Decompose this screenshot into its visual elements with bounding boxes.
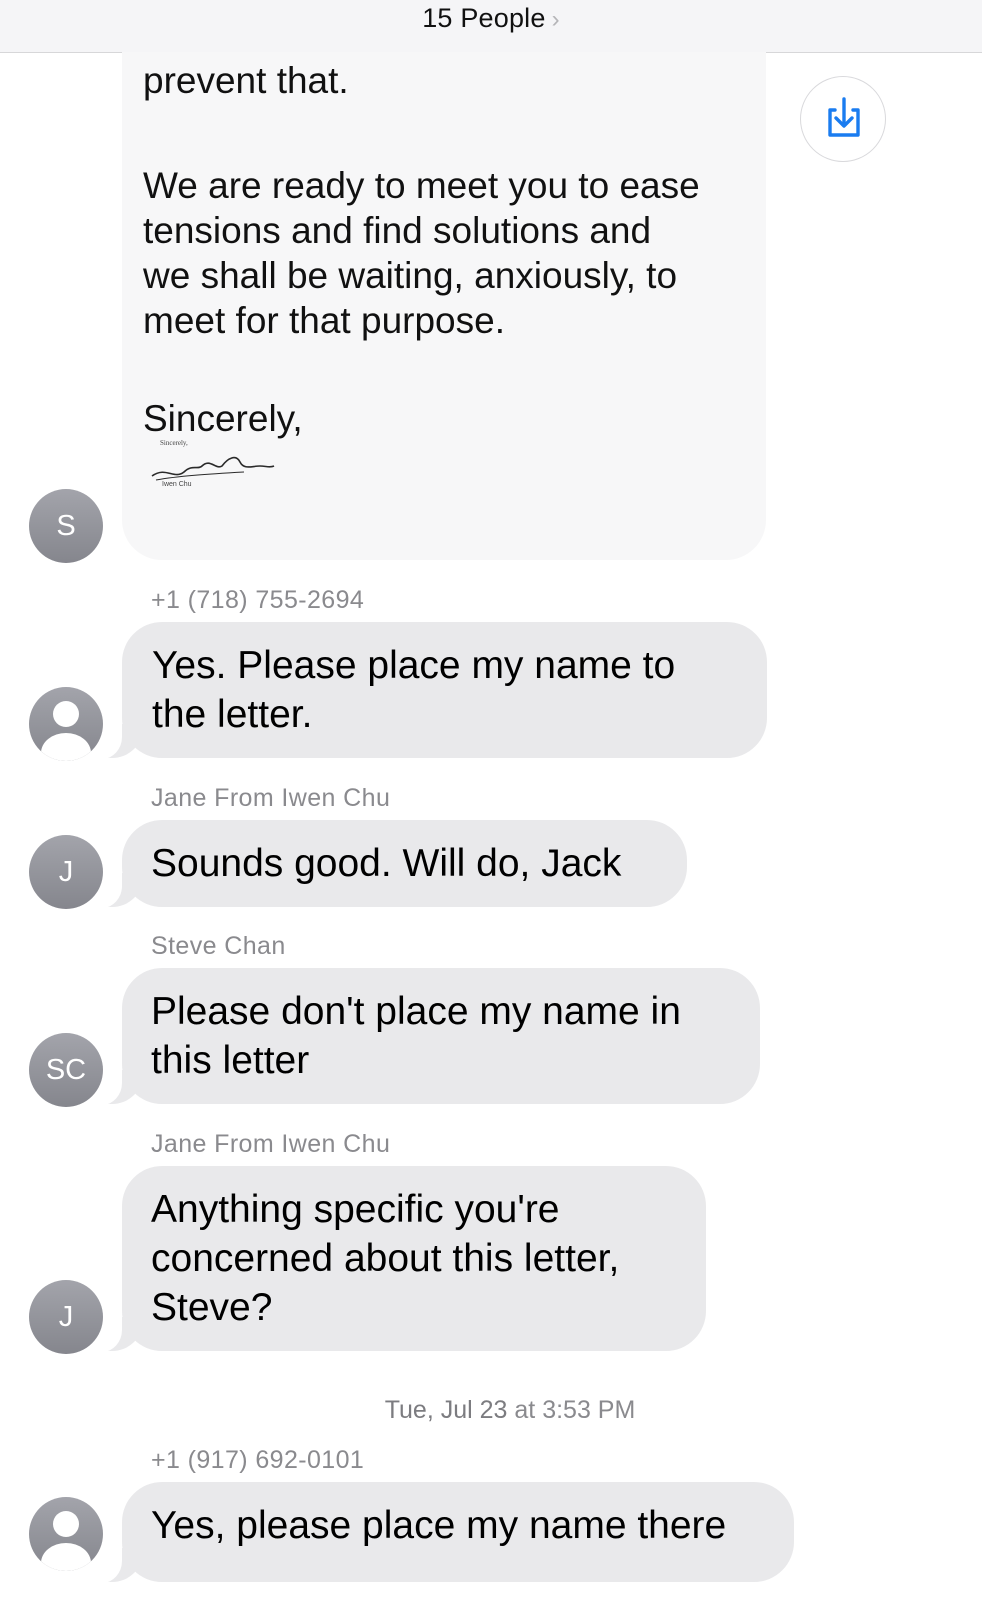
svg-text:Iwen Chu: Iwen Chu [162, 481, 192, 488]
message-bubble[interactable]: Anything specific you're concerned about… [98, 1166, 706, 1352]
avatar-initials: S [56, 510, 76, 542]
sender-label: Steve Chan [151, 932, 286, 960]
conversation-header[interactable]: 15 People › [0, 0, 982, 53]
message-bubble[interactable]: Yes, please place my name there [98, 1482, 794, 1583]
message-timestamp: Tue, Jul 23 at 3:53 PM [0, 1396, 982, 1425]
group-title-label[interactable]: 15 People [422, 3, 545, 33]
sender-label: Jane From Iwen Chu [151, 784, 391, 812]
letter-text-top: prevent that. [143, 60, 349, 101]
avatar-person[interactable] [29, 687, 103, 761]
chevron-right-icon: › [551, 6, 560, 33]
avatar-initials: J [58, 856, 74, 888]
message-bubble[interactable]: Yes. Please place my name to the letter. [98, 622, 767, 759]
letter-paragraph: We are ready to meet you to ease tension… [143, 165, 700, 341]
timestamp-time: 3:53 PM [542, 1396, 636, 1424]
person-icon [41, 1511, 91, 1571]
sender-label: +1 (917) 692-0101 [151, 1446, 365, 1474]
avatar-initials: SC [45, 1054, 87, 1086]
person-icon [41, 701, 91, 761]
avatar-j[interactable]: J [29, 835, 103, 909]
message-bubble[interactable]: Sounds good. Will do, Jack [98, 820, 687, 908]
timestamp-at: at [507, 1396, 543, 1424]
sender-label: Jane From Iwen Chu [151, 1130, 391, 1158]
letter-closing: Sincerely, [143, 398, 303, 439]
sender-label: +1 (718) 755-2694 [151, 586, 365, 614]
save-attachment-button[interactable] [800, 76, 886, 162]
avatar-j[interactable]: J [29, 1280, 103, 1354]
message-bubble[interactable]: Please don't place my name in this lette… [98, 968, 760, 1105]
avatar-person[interactable] [29, 1497, 103, 1571]
avatar-initials: J [58, 1301, 74, 1333]
download-into-tray-icon [828, 97, 860, 137]
timestamp-day: Tue, Jul 23 [384, 1396, 508, 1424]
handwritten-signature: Sincerely, Iwen Chu [151, 439, 275, 488]
group-title[interactable]: 15 People › [0, 3, 982, 34]
avatar-s[interactable]: S [29, 489, 103, 563]
svg-text:Sincerely,: Sincerely, [160, 439, 188, 447]
avatar-sc[interactable]: SC [29, 1033, 103, 1107]
